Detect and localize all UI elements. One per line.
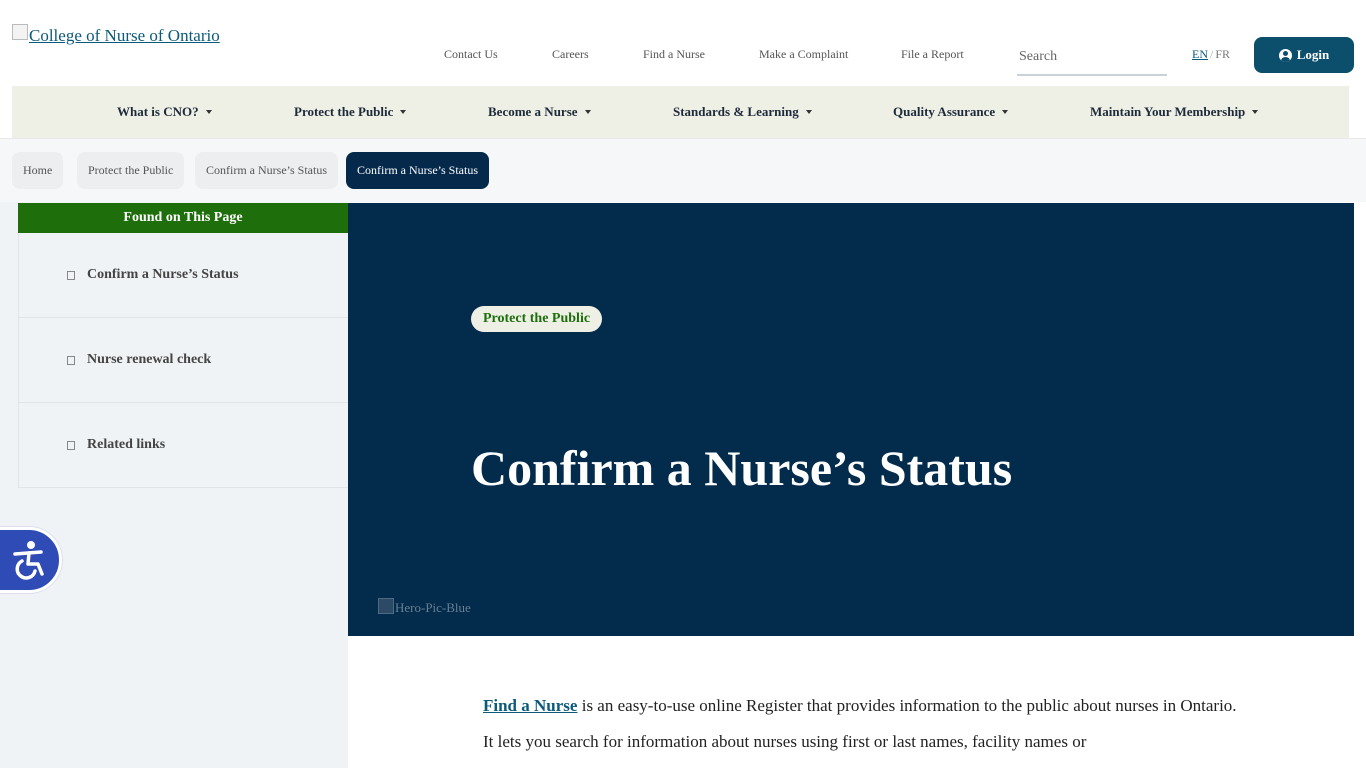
hero-image-icon bbox=[378, 598, 394, 614]
caret-down-icon bbox=[205, 110, 212, 114]
category-tag[interactable]: Protect the Public bbox=[471, 306, 603, 332]
intro-paragraph: Find a Nurse is an easy-to-use online Re… bbox=[483, 688, 1243, 760]
site-logo-link[interactable]: College of Nurse of Ontario bbox=[12, 24, 220, 46]
hero-banner: Protect the Public Confirm a Nurse’s Sta… bbox=[348, 203, 1354, 636]
intro-paragraph-text: is an easy-to-use online Register that p… bbox=[483, 696, 1237, 751]
utility-link-find-a-nurse[interactable]: Find a Nurse bbox=[643, 47, 705, 62]
utility-link-make-a-complaint[interactable]: Make a Complaint bbox=[759, 47, 848, 62]
find-a-nurse-link[interactable]: Find a Nurse bbox=[483, 696, 577, 715]
caret-down-icon bbox=[584, 110, 591, 114]
caret-down-icon bbox=[1252, 110, 1259, 114]
toc-item-related-links[interactable]: Related links bbox=[18, 403, 348, 488]
toc-item-label: Confirm a Nurse’s Status bbox=[87, 267, 239, 282]
nav-item-become-a-nurse[interactable]: Become a Nurse bbox=[488, 104, 591, 120]
nav-item-label: Protect the Public bbox=[294, 104, 394, 119]
page-title: Confirm a Nurse’s Status bbox=[471, 440, 1013, 496]
nav-item-what-is-cno[interactable]: What is CNO? bbox=[117, 104, 212, 120]
utility-link-contact-us[interactable]: Contact Us bbox=[444, 47, 498, 62]
main-nav: What is CNO? Protect the Public Become a… bbox=[12, 86, 1349, 138]
nav-item-standards-learning[interactable]: Standards & Learning bbox=[673, 104, 812, 120]
login-button[interactable]: Login bbox=[1254, 37, 1354, 73]
search-input[interactable] bbox=[1017, 40, 1167, 76]
site-header: College of Nurse of Ontario Contact Us C… bbox=[0, 0, 1366, 86]
hero-image: Hero-Pic-Blue bbox=[378, 598, 471, 616]
nav-item-quality-assurance[interactable]: Quality Assurance bbox=[893, 104, 1009, 120]
breadcrumb-confirm-status[interactable]: Confirm a Nurse’s Status bbox=[195, 152, 338, 189]
logo-alt-text: College of Nurse of Ontario bbox=[29, 26, 220, 45]
nav-item-protect-the-public[interactable]: Protect the Public bbox=[294, 104, 407, 120]
nav-item-label: Maintain Your Membership bbox=[1090, 104, 1246, 119]
hero-image-alt: Hero-Pic-Blue bbox=[395, 600, 471, 615]
toc-title: Found on This Page bbox=[18, 203, 348, 233]
caret-down-icon bbox=[1002, 110, 1009, 114]
lang-separator: / bbox=[1210, 47, 1214, 61]
nav-item-label: Become a Nurse bbox=[488, 104, 578, 119]
breadcrumb: Home Protect the Public Confirm a Nurse’… bbox=[0, 138, 1366, 202]
lang-en-link[interactable]: EN bbox=[1192, 47, 1208, 61]
utility-link-file-a-report[interactable]: File a Report bbox=[901, 47, 964, 62]
caret-down-icon bbox=[400, 110, 407, 114]
login-label: Login bbox=[1296, 47, 1330, 62]
chevron-right-icon bbox=[67, 355, 75, 365]
logo-image-icon bbox=[12, 24, 28, 40]
toc-item-label: Related links bbox=[87, 437, 166, 452]
breadcrumb-home[interactable]: Home bbox=[12, 152, 64, 189]
main-content: Find a Nurse is an easy-to-use online Re… bbox=[348, 636, 1354, 768]
nav-item-maintain-membership[interactable]: Maintain Your Membership bbox=[1090, 104, 1259, 120]
language-switcher: EN / FR bbox=[1192, 47, 1230, 62]
toc-item-renewal-check[interactable]: Nurse renewal check bbox=[18, 318, 348, 403]
chevron-right-icon bbox=[67, 440, 75, 450]
toc-item-label: Nurse renewal check bbox=[87, 352, 212, 367]
breadcrumb-protect-the-public[interactable]: Protect the Public bbox=[77, 152, 185, 189]
nav-item-label: Standards & Learning bbox=[673, 104, 799, 119]
user-circle-icon bbox=[1278, 48, 1292, 62]
chevron-right-icon bbox=[67, 270, 75, 280]
nav-item-label: What is CNO? bbox=[117, 104, 199, 119]
caret-down-icon bbox=[805, 110, 812, 114]
nav-item-label: Quality Assurance bbox=[893, 104, 996, 119]
utility-link-careers[interactable]: Careers bbox=[552, 47, 589, 62]
breadcrumb-current: Confirm a Nurse’s Status bbox=[346, 152, 489, 189]
table-of-contents: Found on This Page Confirm a Nurse’s Sta… bbox=[18, 203, 348, 488]
toc-item-confirm-status[interactable]: Confirm a Nurse’s Status bbox=[18, 233, 348, 318]
accessibility-icon bbox=[13, 541, 44, 580]
lang-fr-link[interactable]: FR bbox=[1215, 47, 1230, 61]
